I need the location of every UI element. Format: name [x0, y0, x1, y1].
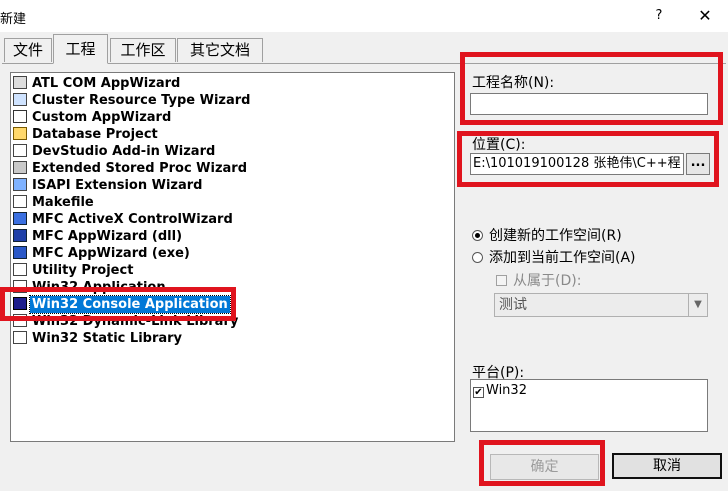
dependency-checkbox[interactable]: 从属于(D):	[496, 270, 581, 290]
list-item[interactable]: MFC AppWizard (exe)	[13, 245, 192, 262]
location-input[interactable]: E:\101019100128 张艳伟\C++程	[470, 153, 684, 175]
makefile-icon	[13, 195, 27, 208]
win32-app-icon	[13, 280, 27, 293]
addin-icon	[13, 144, 27, 157]
project-name-label: 工程名称(N):	[472, 75, 555, 91]
list-item-selected[interactable]: Win32 Console Application	[13, 295, 231, 314]
win32-console-icon	[13, 297, 27, 310]
list-item[interactable]: DevStudio Add-in Wizard	[13, 143, 217, 160]
create-workspace-label: 创建新的工作空间(R)	[489, 228, 622, 244]
radio-selected-icon	[472, 230, 483, 241]
project-name-input[interactable]	[470, 93, 708, 115]
tab-projects[interactable]: 工程	[53, 34, 108, 64]
mfc-exe-icon	[13, 246, 27, 259]
radio-unselected-icon	[472, 252, 483, 263]
help-button[interactable]: ?	[646, 4, 672, 28]
list-item[interactable]: MFC AppWizard (dll)	[13, 228, 184, 245]
list-item[interactable]: Database Project	[13, 126, 160, 143]
platform-item[interactable]: ✔ Win32	[473, 383, 527, 398]
win32-lib-icon	[13, 331, 27, 344]
utility-icon	[13, 263, 27, 276]
activex-icon	[13, 212, 27, 225]
tab-files[interactable]: 文件	[4, 38, 52, 62]
list-item[interactable]: Extended Stored Proc Wizard	[13, 160, 249, 177]
location-label: 位置(C):	[472, 137, 526, 153]
list-item[interactable]: Win32 Static Library	[13, 330, 184, 347]
tab-workspaces[interactable]: 工作区	[110, 38, 176, 62]
project-type-list[interactable]: ATL COM AppWizard Cluster Resource Type …	[10, 72, 455, 442]
list-item[interactable]: ISAPI Extension Wizard	[13, 177, 204, 194]
title-bar: 新建 ? ✕	[0, 0, 728, 32]
tab-other-documents[interactable]: 其它文档	[177, 38, 263, 62]
checkbox-icon	[496, 275, 507, 286]
list-item[interactable]: Win32 Dynamic-Link Library	[13, 313, 240, 330]
dependency-value: 测试	[499, 297, 527, 313]
mfc-dll-icon	[13, 229, 27, 242]
dependency-label: 从属于(D):	[513, 273, 582, 289]
cluster-icon	[13, 93, 27, 106]
list-item[interactable]: Makefile	[13, 194, 96, 211]
list-item[interactable]: ATL COM AppWizard	[13, 75, 182, 92]
win32-dll-icon	[13, 314, 27, 327]
checkbox-checked-icon[interactable]: ✔	[473, 387, 484, 398]
close-button[interactable]: ✕	[690, 4, 720, 28]
atl-icon	[13, 76, 27, 89]
add-to-workspace-label: 添加到当前工作空间(A)	[489, 250, 636, 266]
list-item[interactable]: Win32 Application	[13, 279, 168, 296]
list-item[interactable]: Cluster Resource Type Wizard	[13, 92, 252, 109]
dependency-select[interactable]: 测试 ▼	[494, 293, 708, 317]
custom-appwizard-icon	[13, 110, 27, 123]
stored-proc-icon	[13, 161, 27, 174]
database-icon	[13, 127, 27, 140]
list-item[interactable]: MFC ActiveX ControlWizard	[13, 211, 235, 228]
list-item[interactable]: Utility Project	[13, 262, 135, 279]
create-workspace-radio[interactable]: 创建新的工作空间(R)	[472, 225, 622, 245]
list-item[interactable]: Custom AppWizard	[13, 109, 173, 126]
add-to-workspace-radio[interactable]: 添加到当前工作空间(A)	[472, 247, 636, 267]
isapi-icon	[13, 178, 27, 191]
browse-button[interactable]: ...	[686, 153, 710, 175]
ok-button[interactable]: 确定	[490, 454, 599, 480]
platform-list[interactable]: ✔ Win32	[470, 379, 708, 432]
window-title: 新建	[0, 12, 27, 27]
cancel-button[interactable]: 取消	[612, 453, 722, 479]
chevron-down-icon: ▼	[688, 294, 707, 316]
